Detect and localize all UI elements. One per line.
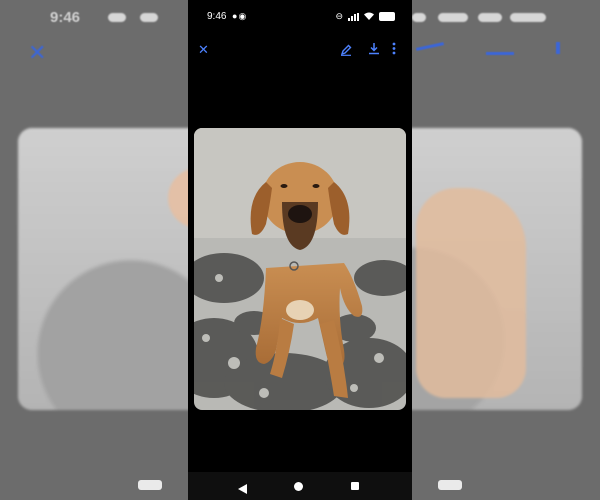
do-not-disturb-icon: ⊖ xyxy=(335,11,343,21)
wifi-icon xyxy=(364,12,374,22)
back-icon[interactable] xyxy=(238,481,247,499)
battery-icon xyxy=(379,12,395,21)
sync-icon: ◉ xyxy=(238,11,248,21)
notification-icons: ●◉ xyxy=(232,11,247,22)
dog-photo[interactable] xyxy=(194,128,406,410)
background-close-icon: ✕ xyxy=(28,40,47,65)
background-dnd-icon xyxy=(412,13,426,22)
background-download-icon xyxy=(486,52,514,55)
download-icon[interactable] xyxy=(368,42,380,60)
dog-photo-illustration xyxy=(194,128,406,410)
background-sync-icon xyxy=(140,13,158,22)
more-vert-icon[interactable] xyxy=(392,42,396,60)
background-edit-icon xyxy=(415,42,445,51)
background-more-icon xyxy=(556,42,560,54)
background-signal-icon xyxy=(438,13,468,22)
background-dog-body xyxy=(416,188,526,398)
home-icon[interactable] xyxy=(294,482,303,491)
edit-icon[interactable] xyxy=(340,43,352,61)
photo-viewer-screen: 9:46 ●◉ ⊖ ✕ xyxy=(188,0,412,500)
background-chat-icon xyxy=(108,13,126,22)
background-back-button xyxy=(138,480,162,490)
signal-icon xyxy=(348,12,359,21)
status-bar: 9:46 ●◉ ⊖ xyxy=(188,0,412,34)
system-icons: ⊖ xyxy=(335,11,395,22)
background-clock: 9:46 xyxy=(50,9,81,26)
navigation-bar xyxy=(188,472,412,500)
background-recents-button xyxy=(438,480,462,490)
close-icon[interactable]: ✕ xyxy=(198,42,209,58)
viewer-toolbar: ✕ xyxy=(188,34,412,68)
status-clock: 9:46 xyxy=(207,11,227,22)
background-wifi-icon xyxy=(478,13,502,22)
recents-icon[interactable] xyxy=(351,482,359,490)
background-battery-icon xyxy=(510,13,546,22)
